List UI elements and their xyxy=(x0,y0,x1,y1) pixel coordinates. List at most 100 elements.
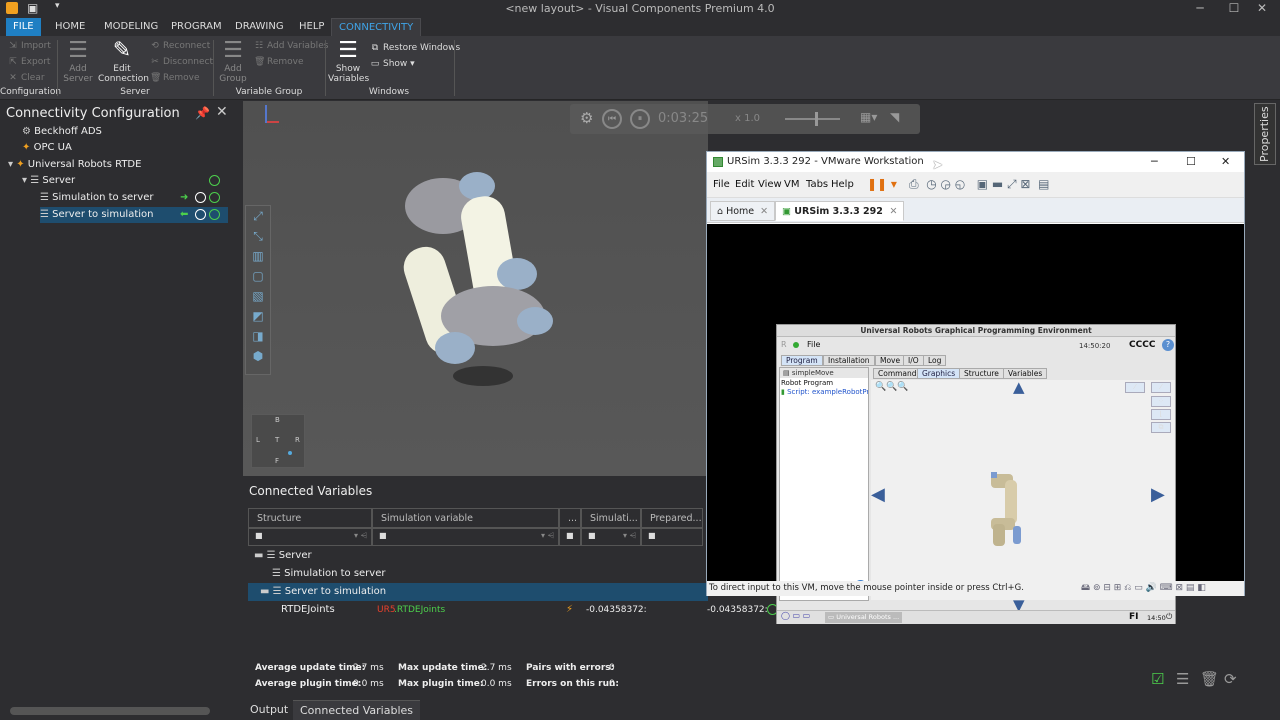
import-button[interactable]: ⇲ Import xyxy=(8,38,51,54)
device-status-icons[interactable]: 🖴 ⊚ ⊟ ⊞ ⎌ ▭ 🔊 ⌨ ⊠ ▤ ◧ xyxy=(1081,581,1206,595)
vm-menu-file[interactable]: File xyxy=(713,179,730,190)
tab-connectivity[interactable]: CONNECTIVITY xyxy=(331,18,422,36)
filter-structure[interactable]: ■ ▾ ⩤ xyxy=(248,528,372,546)
column-prepared[interactable]: Prepared... xyxy=(641,508,703,528)
tab-properties[interactable]: Properties xyxy=(1254,103,1276,165)
add-server-button[interactable]: ☰ Add Server xyxy=(60,38,96,84)
tab-file[interactable]: FILE xyxy=(6,18,41,36)
ursim-graphics-view[interactable]: 🔍🔍🔍 ▲ ◀ ▶ ▼ ⁄ ⁄ ⁘ ⌊ ⧉ xyxy=(871,378,1175,614)
tree-item-server[interactable]: ▾ ☰ Server xyxy=(22,173,237,189)
arrow-right-icon[interactable]: ▶ xyxy=(1151,484,1165,505)
tree-item-sim-to-server[interactable]: ☰ Simulation to server ➜ xyxy=(40,190,226,206)
help-icon[interactable]: ? xyxy=(1162,339,1174,351)
view-btn-icon[interactable]: ⁘ xyxy=(1151,396,1171,407)
power-icon[interactable] xyxy=(209,192,220,203)
speed-slider[interactable] xyxy=(785,118,840,120)
render-mode-icon[interactable]: ▦▾ xyxy=(860,110,877,124)
remove-server-button[interactable]: 🗑 Remove xyxy=(150,70,200,86)
table-row[interactable]: ▬ ☰ Server to simulation xyxy=(248,583,708,601)
column-simulation[interactable]: Simulati... xyxy=(581,508,641,528)
remove-group-button[interactable]: 🗑 Remove xyxy=(254,54,304,70)
show-dropdown-button[interactable]: ▭ Show ▾ xyxy=(370,56,415,72)
filter-simulation[interactable]: ■ ▾ ⩤ xyxy=(581,528,641,546)
tab-close-icon[interactable]: ✕ xyxy=(760,206,768,217)
export-button[interactable]: ⇱ Export xyxy=(8,54,50,70)
vm-screen[interactable]: ▤ Universal Robots Graphical Programming… xyxy=(707,224,1244,624)
ur-tab-io[interactable]: I/O xyxy=(903,355,924,366)
close-panel-icon[interactable]: ✕ xyxy=(216,104,228,120)
settings-icon[interactable]: ⚙ xyxy=(580,109,593,127)
column-structure[interactable]: Structure xyxy=(248,508,372,528)
ursim-file-menu[interactable]: File xyxy=(807,340,820,349)
list-icon[interactable]: ☰ xyxy=(1176,670,1189,688)
column-more[interactable]: ... xyxy=(559,508,581,528)
tree-script[interactable]: ▮ Script: exampleRobotProg xyxy=(780,388,868,396)
arrow-left-icon[interactable]: ◀ xyxy=(871,484,885,505)
view-btn-icon[interactable]: ⌊ xyxy=(1151,409,1171,420)
ur-tab-log[interactable]: Log xyxy=(923,355,947,366)
filter-more[interactable]: ■ xyxy=(559,528,581,546)
view-btn-icon[interactable]: ⧉ xyxy=(1151,422,1171,433)
tree-item-opcua[interactable]: ✦ OPC UA xyxy=(22,140,237,156)
add-group-button[interactable]: ☰ Add Group xyxy=(216,38,250,84)
close-icon[interactable]: ✕ xyxy=(1242,0,1280,18)
view-btn-icon[interactable]: ⁄ xyxy=(1151,382,1171,393)
vm-menu-edit[interactable]: Edit xyxy=(735,179,754,190)
power-icon[interactable] xyxy=(209,209,220,220)
filter-prepared[interactable]: ■ xyxy=(641,528,703,546)
vm-maximize-icon[interactable]: ☐ xyxy=(1186,152,1196,172)
checklist-icon[interactable]: ☑ xyxy=(1151,670,1164,688)
disconnect-button[interactable]: ✂ Disconnect xyxy=(150,54,213,70)
vm-tab-home[interactable]: ⌂ Home ✕ xyxy=(710,201,776,221)
vm-menu-help[interactable]: Help xyxy=(831,179,854,190)
reconnect-button[interactable]: ⟲ Reconnect xyxy=(150,38,210,54)
add-variables-button[interactable]: ☷ Add Variables xyxy=(254,38,328,54)
power-icon[interactable] xyxy=(209,175,220,186)
ursim-window-controls[interactable]: ─ + ✕ xyxy=(1133,325,1153,333)
tab-home[interactable]: HOME xyxy=(48,18,92,36)
tab-connected-variables[interactable]: Connected Variables xyxy=(293,700,420,720)
vm-menu-view[interactable]: View xyxy=(758,179,782,190)
taskbar-ursim-item[interactable]: ▭ Universal Robots ... xyxy=(825,612,903,623)
3d-viewport[interactable]: ⚙ ⏮ ⏸ 0:03:25 x 1.0 ▦▾ ◥ ⤢ ⤡ ▥ ▢ ▧ ◩ ◨ ⬢ B L T … xyxy=(243,101,920,476)
ur-tab-structure[interactable]: Structure xyxy=(959,368,1004,379)
tab-help[interactable]: HELP xyxy=(292,18,331,36)
horizontal-scrollbar[interactable] xyxy=(10,707,210,715)
pause-icon[interactable]: ⏸ xyxy=(630,109,650,129)
refresh-icon[interactable]: ⟳ xyxy=(1224,670,1237,688)
zoom-icons[interactable]: 🔍🔍🔍 xyxy=(875,382,909,392)
trash-icon[interactable]: 🗑 xyxy=(1200,670,1219,688)
vm-toolbar-icons[interactable]: ⎙ ◷ ◶ ◵ ▣ ▬ ⤢ ⊠ ▤ xyxy=(909,177,1049,192)
restore-windows-button[interactable]: ⧉ Restore Windows xyxy=(370,40,460,56)
tab-close-icon[interactable]: ✕ xyxy=(889,206,897,217)
vm-tab-ursim[interactable]: ▣ URSim 3.3.3 292 ✕ xyxy=(775,201,905,221)
ur-tab-program[interactable]: Program xyxy=(781,355,823,366)
tab-modeling[interactable]: MODELING xyxy=(97,18,165,36)
column-simulation-variable[interactable]: Simulation variable xyxy=(372,508,559,528)
rewind-icon[interactable]: ⏮ xyxy=(602,109,622,129)
ur-tab-variables[interactable]: Variables xyxy=(1003,368,1048,379)
ur-tab-move[interactable]: Move xyxy=(875,355,906,366)
navigation-cube[interactable]: B L T R F xyxy=(251,414,305,468)
tab-output[interactable]: Output xyxy=(243,700,295,720)
edit-connection-button[interactable]: ✎ Edit Connection xyxy=(98,38,149,84)
vm-close-icon[interactable]: ✕ xyxy=(1221,152,1230,172)
tab-program[interactable]: PROGRAM xyxy=(164,18,229,36)
show-variables-button[interactable]: ☰ Show Variables xyxy=(328,38,369,84)
start-icon[interactable]: ◯ ▭ ▭ xyxy=(781,611,810,620)
clear-button[interactable]: ✕ Clear xyxy=(8,70,44,86)
filter-simulation-variable[interactable]: ■ ▾ ⩤ xyxy=(372,528,559,546)
vm-menu-vm[interactable]: VM xyxy=(784,179,799,190)
table-row[interactable]: ▬ ☰ Server xyxy=(248,547,708,565)
power-icon[interactable]: ⏻ xyxy=(1166,612,1172,622)
tree-robot-program[interactable]: Robot Program xyxy=(780,378,868,388)
speed-slider-handle[interactable] xyxy=(815,112,818,126)
tree-item-beckhoff[interactable]: ⚙ Beckhoff ADS xyxy=(22,124,237,140)
pin-icon[interactable]: 📌 xyxy=(195,106,210,120)
ur-tab-installation[interactable]: Installation xyxy=(823,355,875,366)
tab-drawing[interactable]: DRAWING xyxy=(228,18,291,36)
vm-minimize-icon[interactable]: ─ xyxy=(1151,152,1158,172)
arrow-up-icon[interactable]: ▲ xyxy=(1013,378,1025,396)
view-btn-icon[interactable]: ⁄ xyxy=(1125,382,1145,393)
ur-tab-graphics[interactable]: Graphics xyxy=(917,368,961,379)
